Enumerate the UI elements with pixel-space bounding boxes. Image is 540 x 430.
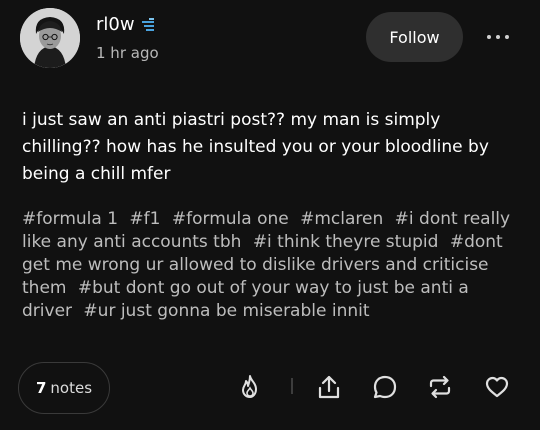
more-dot-icon (505, 35, 509, 39)
blaze-button[interactable] (235, 372, 265, 402)
avatar[interactable] (20, 8, 80, 68)
post-timestamp[interactable]: 1 hr ago (96, 44, 159, 62)
tag-link[interactable]: #mclaren (300, 209, 383, 229)
verified-badge-icon (141, 17, 154, 31)
more-dot-icon (487, 35, 491, 39)
follow-button[interactable]: Follow (366, 12, 463, 62)
flame-icon (242, 375, 257, 398)
tag-link[interactable]: #ur just gonna be miserable innit (83, 301, 369, 321)
tag-link[interactable]: #f1 (129, 209, 160, 229)
post-card: rl0w 1 hr ago Follow i just saw an anti … (0, 0, 540, 430)
speech-bubble-icon (373, 375, 397, 399)
tag-link[interactable]: #formula 1 (22, 209, 118, 229)
share-button[interactable] (314, 372, 344, 402)
notes-button[interactable]: 7 notes (18, 362, 110, 414)
tag-link[interactable]: #formula one (172, 209, 289, 229)
reply-button[interactable] (370, 372, 400, 402)
notes-count: 7 (35, 379, 47, 397)
username-text[interactable]: rl0w (96, 14, 135, 35)
more-dot-icon (496, 35, 500, 39)
reblog-button[interactable] (425, 372, 455, 402)
like-button[interactable] (482, 372, 512, 402)
avatar-portrait-icon (20, 8, 80, 68)
action-divider (291, 378, 293, 394)
notes-label: notes (50, 379, 93, 397)
tag-list: #formula 1 #f1 #formula one #mclaren #i … (22, 208, 520, 323)
tag-link[interactable]: #i think theyre stupid (253, 232, 439, 252)
more-options-button[interactable] (478, 24, 518, 50)
username[interactable]: rl0w (96, 14, 155, 35)
reblog-arrows-icon (429, 375, 451, 399)
heart-icon (485, 376, 509, 398)
share-icon (318, 375, 340, 399)
post-body: i just saw an anti piastri post?? my man… (22, 110, 489, 184)
